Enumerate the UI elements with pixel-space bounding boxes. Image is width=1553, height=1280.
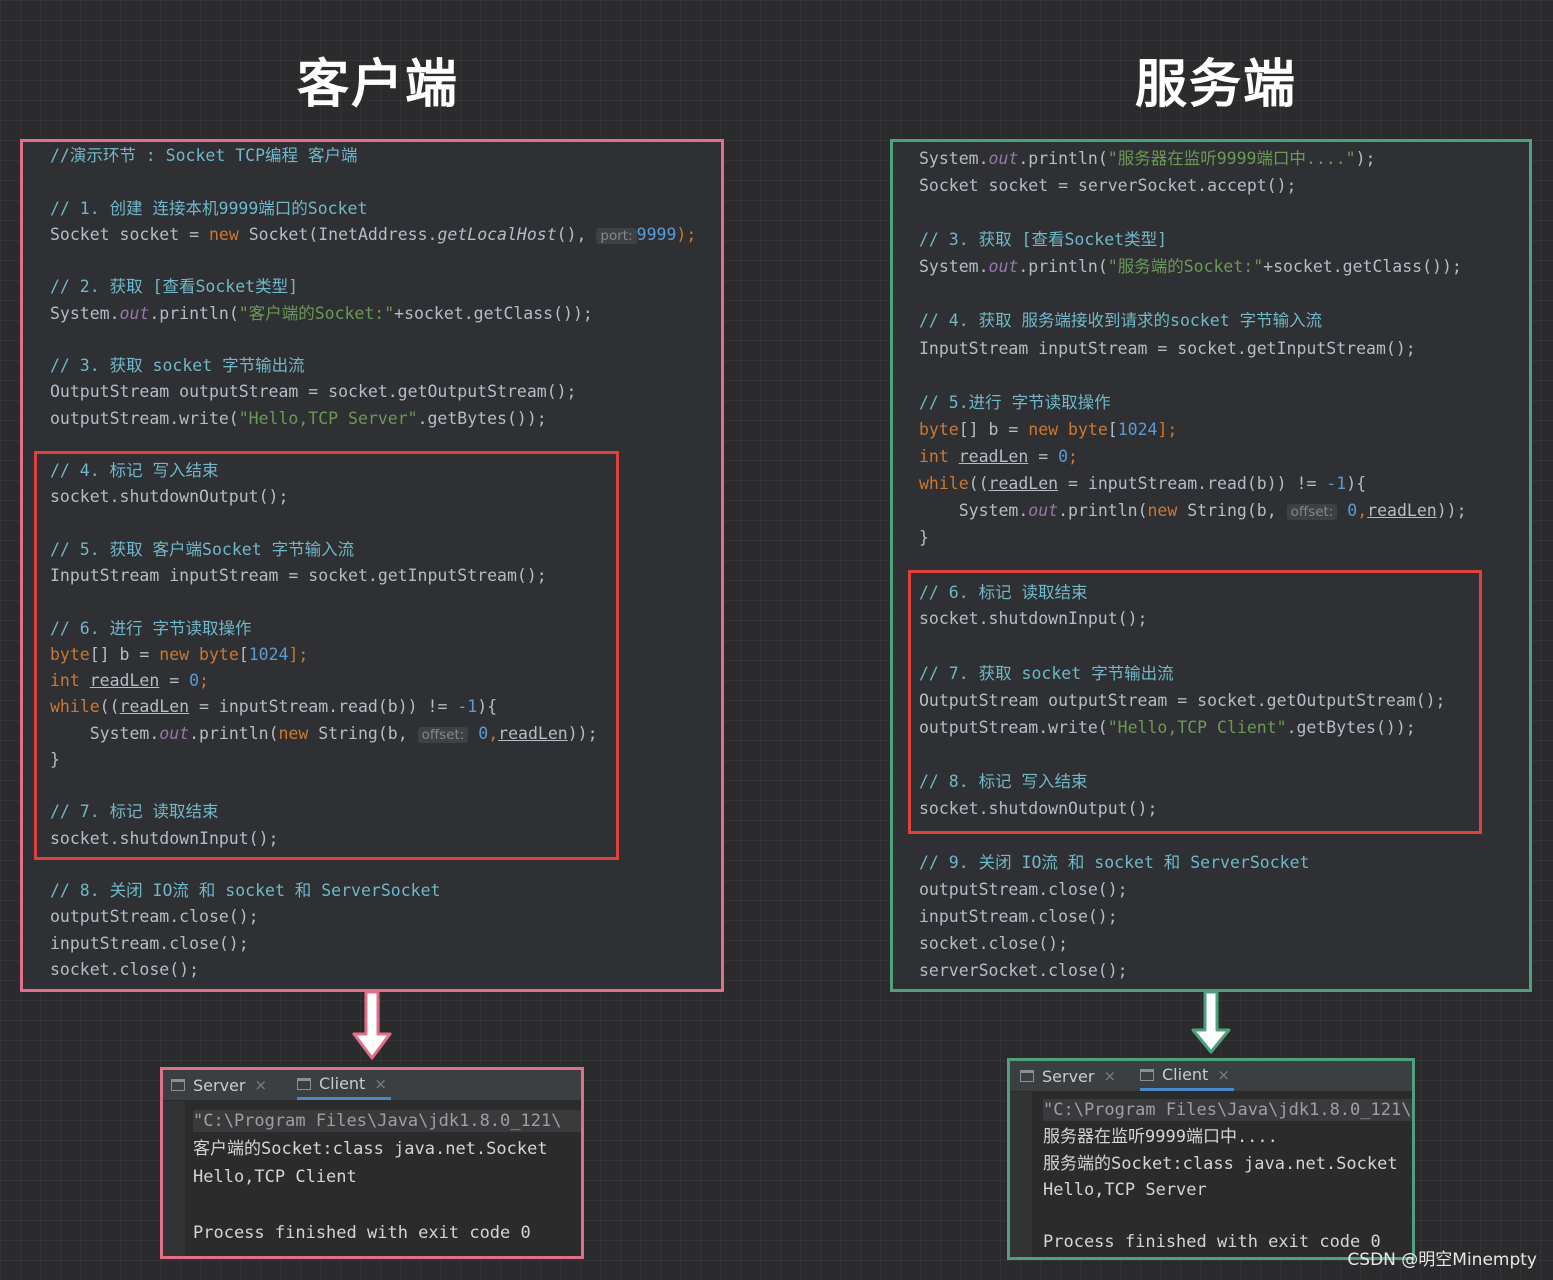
console-gutter [163, 1101, 185, 1256]
code-line: serverSocket.close(); [919, 961, 1128, 980]
console-gutter [1010, 1092, 1032, 1257]
code-comment: // 3. 获取 socket 字节输出流 [50, 356, 305, 375]
code-comment: // 1. 创建 连接本机9999端口的Socket [50, 199, 368, 218]
code-line: outputStream.close(); [50, 907, 259, 926]
code-comment: // 4. 获取 服务端接收到请求的socket 字节输入流 [919, 311, 1323, 330]
console-output-line: Process finished with exit code 0 [193, 1223, 531, 1243]
console-output-line: Process finished with exit code 0 [1043, 1232, 1381, 1252]
console-output-line: 服务端的Socket:class java.net.Socket [1043, 1154, 1398, 1174]
server-title: 服务端 [1135, 55, 1298, 115]
server-run-console: Server × Client × "C:\Program Files\Java… [1007, 1058, 1415, 1260]
tab-server[interactable]: Server × [1020, 1061, 1116, 1091]
code-comment: // 9. 关闭 IO流 和 socket 和 ServerSocket [919, 853, 1310, 872]
console-output-line: 服务器在监听9999端口中.... [1043, 1127, 1278, 1147]
console-icon [1140, 1068, 1154, 1081]
code-line: socket.close(); [50, 960, 200, 979]
tab-label: Client [1162, 1065, 1209, 1084]
code-comment: // 2. 获取 [查看Socket类型] [50, 277, 299, 296]
client-highlight-box [34, 451, 619, 860]
code-comment: // 3. 获取 [查看Socket类型] [919, 230, 1168, 249]
code-line: outputStream.write("Hello,TCP Server".ge… [50, 409, 547, 428]
code-line: System.out.println("服务端的Socket:"+socket.… [919, 257, 1462, 276]
code-line: outputStream.close(); [919, 880, 1128, 899]
tab-label: Server [1042, 1066, 1095, 1086]
code-comment: //演示环节 : Socket TCP编程 客户端 [50, 146, 358, 165]
console-output-line: "C:\Program Files\Java\jdk1.8.0_121\ [193, 1110, 581, 1132]
tab-client[interactable]: Client × [1140, 1061, 1234, 1091]
code-line: inputStream.close(); [919, 907, 1118, 926]
server-highlight-box [908, 570, 1482, 834]
param-hint: port: [596, 228, 637, 244]
code-line: OutputStream outputStream = socket.getOu… [50, 382, 577, 401]
client-title: 客户端 [297, 55, 460, 115]
console-icon [297, 1077, 311, 1090]
code-line: System.out.println("服务器在监听9999端口中...."); [919, 149, 1376, 168]
code-line: int readLen = 0; [919, 447, 1078, 466]
code-line: socket.close(); [919, 934, 1069, 953]
console-icon [1020, 1070, 1034, 1082]
code-line: } [919, 528, 929, 547]
console-output-line: Hello,TCP Client [193, 1167, 357, 1187]
code-line: inputStream.close(); [50, 934, 249, 953]
watermark: CSDN @明空Minempty [1347, 1250, 1537, 1270]
server-code-panel: System.out.println("服务器在监听9999端口中....");… [890, 139, 1532, 992]
console-output-line: 客户端的Socket:class java.net.Socket [193, 1139, 548, 1159]
code-line: System.out.println("客户端的Socket:"+socket.… [50, 304, 593, 323]
code-comment: // 5.进行 字节读取操作 [919, 393, 1111, 412]
down-arrow-icon [352, 992, 392, 1060]
console-output-line: Hello,TCP Server [1043, 1180, 1207, 1200]
close-icon[interactable]: × [1217, 1066, 1230, 1084]
down-arrow-icon [1191, 992, 1231, 1054]
code-line: Socket socket = new Socket(InetAddress.g… [50, 225, 697, 244]
code-comment: // 8. 关闭 IO流 和 socket 和 ServerSocket [50, 881, 441, 900]
close-icon[interactable]: × [1103, 1067, 1116, 1085]
console-tab-bar: Server × Client × [1010, 1061, 1412, 1092]
tab-client[interactable]: Client × [297, 1070, 391, 1100]
tab-label: Client [319, 1074, 366, 1093]
code-line: System.out.println(new String(b, offset:… [919, 501, 1467, 520]
code-line: byte[] b = new byte[1024]; [919, 420, 1178, 439]
tab-label: Server [193, 1075, 246, 1095]
console-output-line: "C:\Program Files\Java\jdk1.8.0_121\b [1043, 1099, 1415, 1121]
close-icon[interactable]: × [254, 1076, 267, 1094]
tab-server[interactable]: Server × [171, 1070, 267, 1100]
code-line: InputStream inputStream = socket.getInpu… [919, 339, 1416, 358]
code-line: Socket socket = serverSocket.accept(); [919, 176, 1297, 195]
console-icon [171, 1079, 185, 1091]
code-line: while((readLen = inputStream.read(b)) !=… [919, 474, 1367, 493]
console-tab-bar: Server × Client × [163, 1070, 581, 1101]
client-run-console: Server × Client × "C:\Program Files\Java… [160, 1067, 584, 1259]
param-hint: offset: [1286, 504, 1338, 520]
close-icon[interactable]: × [374, 1075, 387, 1093]
